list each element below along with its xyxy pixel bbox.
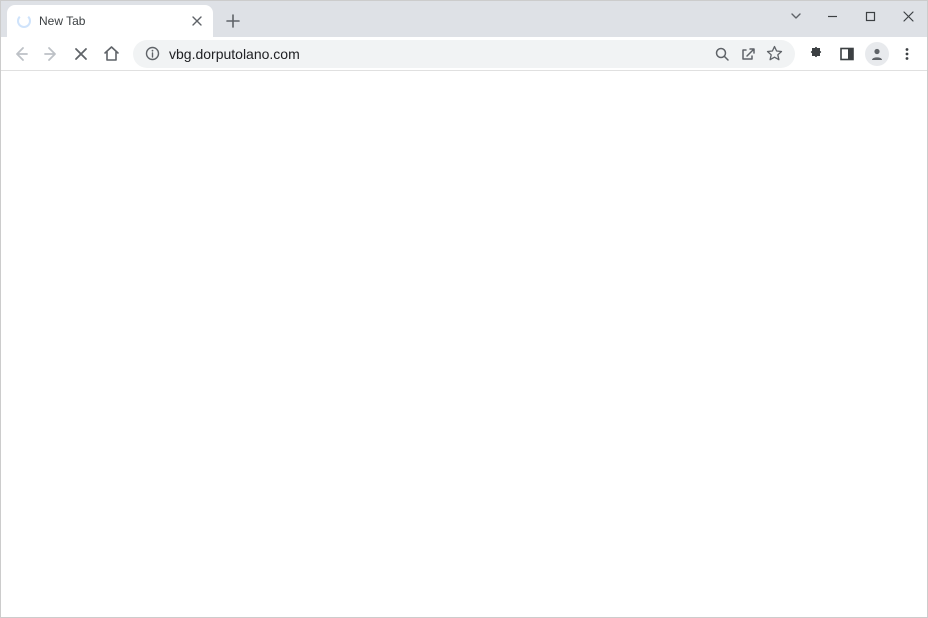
back-button[interactable] — [7, 40, 35, 68]
arrow-left-icon — [12, 45, 30, 63]
page-content — [1, 71, 927, 617]
stop-button[interactable] — [67, 40, 95, 68]
toolbar: vbg.dorputolano.com — [1, 37, 927, 71]
share-icon — [740, 46, 756, 62]
tab-search-button[interactable] — [779, 1, 813, 31]
site-info-button[interactable] — [143, 45, 161, 63]
close-icon — [192, 16, 202, 26]
close-icon — [903, 11, 914, 22]
profile-button[interactable] — [863, 40, 891, 68]
loading-spinner-icon — [17, 14, 31, 28]
window-close-button[interactable] — [889, 1, 927, 31]
address-bar[interactable]: vbg.dorputolano.com — [133, 40, 795, 68]
home-button[interactable] — [97, 40, 125, 68]
magnifier-icon — [714, 46, 730, 62]
browser-window: New Tab — [0, 0, 928, 618]
maximize-button[interactable] — [851, 1, 889, 31]
minimize-icon — [827, 11, 838, 22]
avatar — [865, 42, 889, 66]
url-text: vbg.dorputolano.com — [169, 46, 709, 62]
side-panel-button[interactable] — [833, 40, 861, 68]
bookmark-button[interactable] — [761, 41, 787, 67]
browser-tab[interactable]: New Tab — [7, 5, 213, 37]
kebab-icon — [900, 47, 914, 61]
tab-title: New Tab — [39, 14, 189, 28]
forward-button[interactable] — [37, 40, 65, 68]
plus-icon — [226, 14, 240, 28]
puzzle-icon — [809, 45, 826, 62]
star-icon — [766, 45, 783, 62]
extensions-button[interactable] — [803, 40, 831, 68]
tab-strip: New Tab — [1, 1, 927, 37]
chevron-down-icon — [790, 10, 802, 22]
close-icon — [74, 47, 88, 61]
window-controls — [779, 1, 927, 31]
maximize-icon — [865, 11, 876, 22]
minimize-button[interactable] — [813, 1, 851, 31]
home-icon — [103, 45, 120, 62]
new-tab-button[interactable] — [219, 7, 247, 35]
person-icon — [869, 46, 885, 62]
arrow-right-icon — [42, 45, 60, 63]
close-tab-button[interactable] — [189, 13, 205, 29]
share-button[interactable] — [735, 41, 761, 67]
toolbar-right — [803, 40, 921, 68]
panel-icon — [839, 46, 855, 62]
info-icon — [145, 46, 160, 61]
zoom-button[interactable] — [709, 41, 735, 67]
menu-button[interactable] — [893, 40, 921, 68]
